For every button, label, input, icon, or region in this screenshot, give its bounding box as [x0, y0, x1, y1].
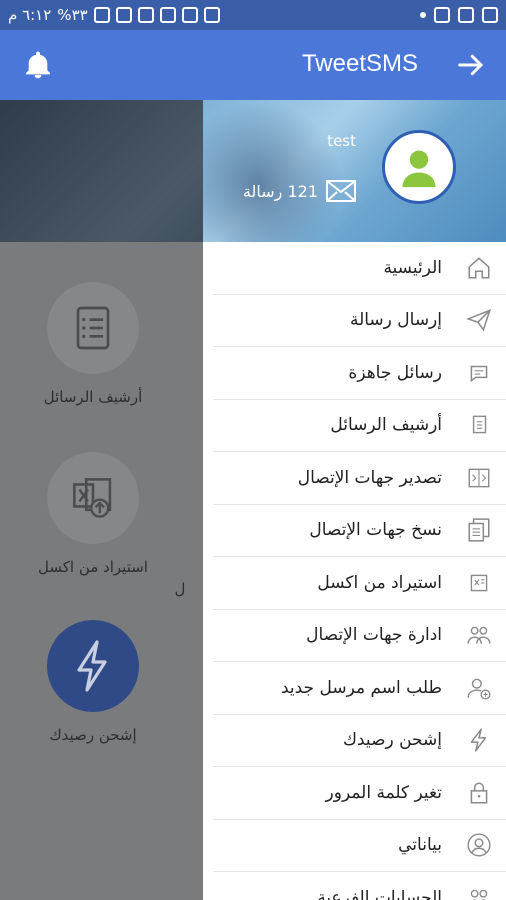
menu-item-label: تغير كلمة المرور — [325, 782, 442, 803]
export-contacts-icon — [466, 465, 492, 491]
excel-icon — [466, 570, 492, 596]
user-avatar-icon — [402, 150, 436, 188]
menu-item-profile[interactable]: بياناتي — [213, 820, 506, 872]
menu-item-label: الرئيسية — [383, 257, 442, 278]
bg-tile-circle — [47, 452, 139, 544]
menu-item-import-excel[interactable]: استيراد من اكسل — [213, 557, 506, 610]
copy-icon — [466, 517, 492, 543]
arrow-right-icon[interactable] — [456, 50, 486, 80]
bg-tile-label: إشحن رصيدك — [49, 726, 137, 744]
vpn-icon — [458, 7, 474, 23]
wifi-icon — [203, 7, 220, 23]
menu-item-manage-contacts[interactable]: ادارة جهات الإتصال — [213, 610, 506, 662]
bell-icon[interactable] — [22, 48, 54, 82]
menu-item-label: الحسابات الفرعية — [317, 887, 442, 900]
menu-item-home[interactable]: الرئيسية — [213, 242, 506, 295]
menu-item-label: إرسال رسالة — [349, 310, 442, 331]
message-icon — [434, 7, 450, 23]
excel-upload-icon — [73, 478, 112, 518]
app-bar: TweetSMS — [0, 30, 506, 100]
bg-tile-partial: ل — [150, 566, 210, 598]
menu-item-label: نسخ جهات الإتصال — [309, 520, 442, 541]
bg-tile-label: أرشيف الرسائل — [43, 388, 143, 406]
menu-item-copy-contacts[interactable]: نسخ جهات الإتصال — [213, 505, 506, 557]
menu-item-recharge[interactable]: إشحن رصيدك — [213, 715, 506, 767]
battery-icon — [93, 7, 110, 23]
menu-item-change-password[interactable]: تغير كلمة المرور — [213, 767, 506, 820]
drawer-header: test 121 رسالة — [203, 100, 506, 242]
menu-item-label: بياناتي — [398, 835, 442, 856]
avatar[interactable] — [382, 130, 456, 204]
document-icon — [466, 412, 492, 438]
drawer-menu: الرئيسية إرسال رسالة رسائل جاهزة أرشيف ا… — [203, 242, 506, 900]
menu-item-label: تصدير جهات الإتصال — [297, 467, 442, 488]
status-time: ٦:١٢ م — [8, 6, 52, 24]
lightning-icon — [466, 727, 492, 753]
bg-tile-label: ل — [174, 580, 186, 598]
menu-item-sub-accounts[interactable]: الحسابات الفرعية — [213, 872, 506, 900]
more-dot-icon — [420, 12, 426, 18]
menu-item-label: أرشيف الرسائل — [330, 415, 442, 436]
message-count: 121 رسالة — [243, 180, 356, 202]
bg-tile-recharge: إشحن رصيدك — [18, 620, 168, 744]
bg-tile-archive: أرشيف الرسائل — [18, 282, 168, 406]
status-right — [420, 7, 498, 23]
image-icon — [482, 7, 498, 23]
profile-icon — [466, 832, 492, 858]
message-count-label: 121 رسالة — [242, 181, 318, 201]
document-list-icon — [76, 306, 110, 350]
navigation-drawer: test 121 رسالة الرئيسية إرسال رسالة رسائ… — [203, 100, 506, 900]
home-icon — [466, 255, 492, 281]
envelope-icon — [326, 180, 356, 202]
bg-tile-label: استيراد من اكسل — [38, 558, 148, 576]
menu-item-label: طلب اسم مرسل جديد — [280, 677, 442, 698]
contacts-group-icon — [466, 622, 492, 648]
send-icon — [466, 307, 492, 333]
menu-item-label: استيراد من اكسل — [317, 572, 442, 593]
status-battery: %٣٣ — [57, 6, 88, 24]
bg-tile-circle — [47, 282, 139, 374]
chat-bubble-icon — [466, 360, 492, 386]
bg-tile-circle — [47, 620, 139, 712]
add-user-icon — [466, 675, 492, 701]
menu-item-label: رسائل جاهزة — [348, 362, 442, 383]
menu-item-export-contacts[interactable]: تصدير جهات الإتصال — [213, 452, 506, 505]
menu-item-label: إشحن رصيدك — [343, 730, 442, 751]
lightning-icon — [77, 640, 107, 692]
notification-icon — [159, 7, 176, 23]
user-name: test — [327, 132, 356, 150]
menu-item-templates[interactable]: رسائل جاهزة — [213, 347, 506, 400]
lock-icon — [466, 780, 492, 806]
status-bar: ٦:١٢ م %٣٣ — [0, 0, 506, 30]
status-left: ٦:١٢ م %٣٣ — [8, 6, 220, 24]
menu-item-send[interactable]: إرسال رسالة — [213, 295, 506, 347]
signal-icon — [115, 7, 132, 23]
menu-item-new-sender[interactable]: طلب اسم مرسل جديد — [213, 662, 506, 715]
bg-tile-excel: استيراد من اكسل — [18, 452, 168, 576]
app-title: TweetSMS — [301, 50, 418, 77]
sub-accounts-icon — [466, 885, 492, 900]
menu-item-label: ادارة جهات الإتصال — [306, 625, 442, 646]
alarm-icon — [181, 7, 198, 23]
signal-2-icon — [137, 7, 154, 23]
menu-item-archive[interactable]: أرشيف الرسائل — [213, 400, 506, 452]
